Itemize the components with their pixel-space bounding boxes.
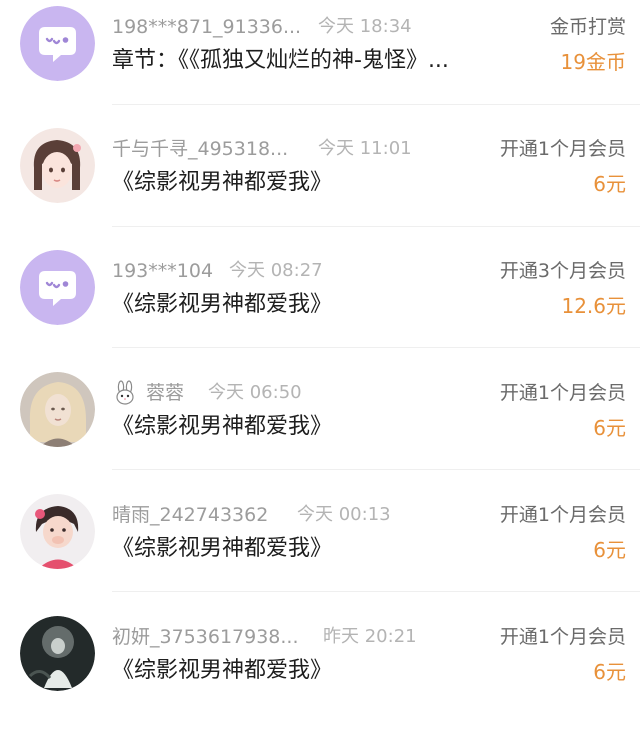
avatar[interactable] [20,372,95,447]
reward-type: 开通1个月会员 [499,626,626,648]
avatar[interactable] [20,494,95,569]
avatar[interactable] [20,250,95,325]
reward-type: 金币打赏 [549,16,626,38]
divider [112,591,640,592]
user-name[interactable]: 晴雨_242743362 [112,502,268,528]
bunny-icon [112,380,138,406]
list-item[interactable]: 198***871_91336... 今天 18:34 章节：《《孤独又灿烂的神… [0,0,640,121]
user-avatar-photo [20,372,95,447]
reward-content: 《综影视男神都爱我》 [112,170,333,195]
list-item[interactable]: 初妍_3753617938... 昨天 20:21 《综影视男神都爱我》 开通1… [0,610,640,731]
reward-amount: 6元 [593,172,626,196]
reward-type: 开通1个月会员 [499,504,626,526]
reward-amount: 6元 [593,538,626,562]
timestamp: 昨天 20:21 [323,626,417,647]
reward-record-list: 198***871_91336... 今天 18:34 章节：《《孤独又灿烂的神… [0,0,640,704]
user-avatar-photo [20,494,95,569]
timestamp: 今天 08:27 [229,260,323,281]
reward-type: 开通1个月会员 [499,138,626,160]
timestamp: 今天 00:13 [297,504,391,525]
avatar[interactable] [20,128,95,203]
reward-content: 《综影视男神都爱我》 [112,292,333,317]
reward-content: 《综影视男神都爱我》 [112,658,333,683]
chat-bubble-icon [20,6,95,81]
timestamp: 今天 06:50 [208,382,302,403]
user-name[interactable]: 193***104 [112,258,213,284]
reward-type: 开通1个月会员 [499,382,626,404]
chat-bubble-icon [20,250,95,325]
reward-content: 《综影视男神都爱我》 [112,536,333,561]
divider [112,469,640,470]
reward-amount: 19金币 [560,50,626,74]
user-avatar-photo [20,128,95,203]
reward-content: 章节：《《孤独又灿烂的神-鬼怪》... [112,48,449,73]
user-name[interactable]: 198***871_91336... [112,14,301,40]
reward-amount: 6元 [593,416,626,440]
list-item[interactable]: 千与千寻_495318... 今天 11:01 《综影视男神都爱我》 开通1个月… [0,122,640,243]
user-name[interactable]: 蓉蓉 [146,380,184,406]
timestamp: 今天 18:34 [318,16,412,37]
divider [112,104,640,105]
reward-type: 开通3个月会员 [499,260,626,282]
user-name[interactable]: 千与千寻_495318... [112,136,288,162]
reward-amount: 12.6元 [561,294,626,318]
avatar[interactable] [20,6,95,81]
reward-content: 《综影视男神都爱我》 [112,414,333,439]
divider [112,347,640,348]
avatar[interactable] [20,616,95,691]
timestamp: 今天 11:01 [318,138,412,159]
user-avatar-photo [20,616,95,691]
user-name[interactable]: 初妍_3753617938... [112,624,299,650]
divider [112,226,640,227]
reward-amount: 6元 [593,660,626,684]
